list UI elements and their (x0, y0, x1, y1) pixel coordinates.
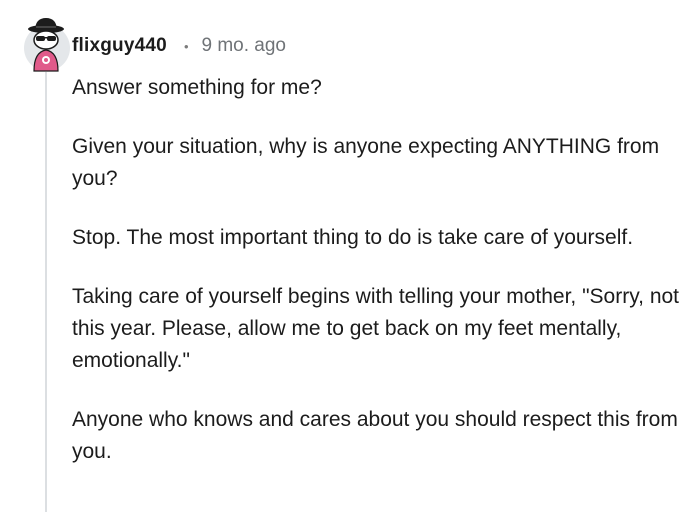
separator-dot: • (183, 38, 189, 54)
comment-body: Answer something for me? Given your situ… (72, 72, 682, 495)
comment-paragraph: Answer something for me? (72, 76, 322, 99)
timestamp[interactable]: 9 mo. ago (202, 35, 287, 57)
comment-paragraph: Anyone who knows and cares about you sho… (72, 408, 678, 463)
comment-meta: flixguy440 • 9 mo. ago (72, 33, 286, 59)
comment-paragraph: Stop. The most important thing to do is … (72, 226, 634, 249)
comment-paragraph: Given your situation, why is anyone expe… (72, 135, 660, 190)
username-link[interactable]: flixguy440 (72, 35, 167, 57)
comment: flixguy440 • 9 mo. ago Answer something … (0, 0, 700, 512)
comment-paragraph: Taking care of yourself begins with tell… (72, 285, 680, 372)
user-avatar-icon[interactable] (21, 16, 73, 72)
thread-line[interactable] (45, 72, 47, 512)
